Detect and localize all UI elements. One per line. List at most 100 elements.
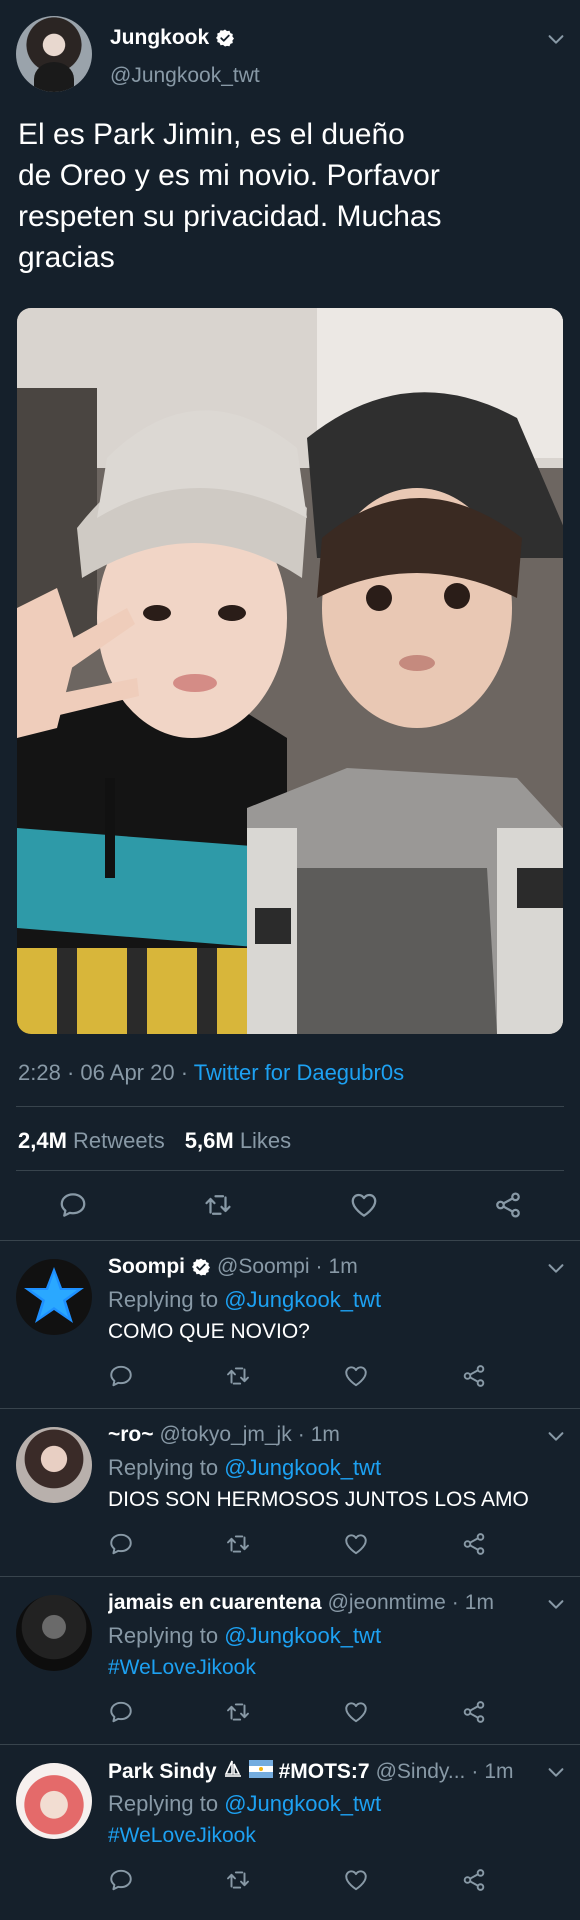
retweet-icon[interactable]: [225, 1867, 251, 1893]
chevron-down-icon[interactable]: [545, 28, 567, 50]
divider: [16, 1170, 564, 1171]
meta-separator: ·: [297, 1423, 305, 1446]
author-handle[interactable]: @Jungkook_twt: [110, 64, 260, 88]
share-icon[interactable]: [493, 1190, 523, 1220]
reply-actions: [0, 1531, 580, 1561]
share-icon[interactable]: [461, 1531, 487, 1557]
meta-separator: ·: [471, 1760, 479, 1783]
like-icon[interactable]: [343, 1867, 369, 1893]
likes-count: 5,6M: [184, 1128, 234, 1153]
reply-author-handle[interactable]: @Soompi: [217, 1255, 310, 1279]
meta-separator: ·: [180, 1060, 194, 1085]
reply-age: 1m: [328, 1255, 358, 1278]
author-name[interactable]: Jungkook: [110, 26, 209, 50]
tweet-actions: [0, 1186, 580, 1226]
replying-to-link[interactable]: @Jungkook_twt: [224, 1455, 381, 1480]
retweet-icon[interactable]: [225, 1531, 251, 1557]
share-icon[interactable]: [461, 1867, 487, 1893]
reply-author-name[interactable]: jamais en cuarentena: [108, 1591, 322, 1615]
divider: [16, 1106, 564, 1107]
avatar[interactable]: [16, 1763, 92, 1839]
avatar[interactable]: [16, 1259, 92, 1335]
reply-age: 1m: [310, 1423, 340, 1446]
replying-to: Replying to @Jungkook_twt: [108, 1791, 381, 1817]
retweets-label: Retweets: [73, 1128, 165, 1153]
argentina-flag-icon: [248, 1760, 273, 1784]
tweet-photo[interactable]: [17, 308, 563, 1034]
meta-separator: ·: [66, 1060, 81, 1085]
reply-age: 1m: [464, 1591, 494, 1614]
meta-separator: ·: [451, 1591, 459, 1614]
reply-icon[interactable]: [108, 1867, 134, 1893]
reply-icon[interactable]: [58, 1190, 88, 1220]
likes-label: Likes: [239, 1128, 292, 1153]
reply-age: 1m: [484, 1760, 514, 1783]
avatar[interactable]: [16, 1595, 92, 1671]
reply-header: Park Sindy #MOTS:7 @Sindy... · 1m: [108, 1759, 538, 1785]
likes-stat[interactable]: 5,6M Likes: [185, 1128, 291, 1154]
reply-text: COMO QUE NOVIO?: [108, 1320, 310, 1343]
reply-header: Soompi @Soompi · 1m: [108, 1255, 538, 1279]
tweet-date: 06 Apr 20: [80, 1060, 175, 1085]
tweet-stats: 2,4M Retweets 5,6M Likes: [18, 1128, 291, 1154]
author-name-row[interactable]: Jungkook: [110, 26, 235, 50]
avatar[interactable]: [16, 1427, 92, 1503]
reply-hashtag[interactable]: #WeLoveJikook: [108, 1656, 256, 1680]
reply-tweet[interactable]: ~ro~ @tokyo_jm_jk · 1m Replying to @Jung…: [0, 1408, 580, 1576]
reply-author-handle[interactable]: @tokyo_jm_jk: [160, 1423, 292, 1447]
reply-text: DIOS SON HERMOSOS JUNTOS LOS AMO: [108, 1488, 529, 1511]
reply-header: ~ro~ @tokyo_jm_jk · 1m: [108, 1423, 538, 1447]
replying-to: Replying to @Jungkook_twt: [108, 1455, 381, 1481]
reply-header: jamais en cuarentena @jeonmtime · 1m: [108, 1591, 538, 1615]
replying-label: Replying to: [108, 1287, 219, 1312]
reply-author-name[interactable]: Soompi: [108, 1255, 185, 1279]
tweet-source-link[interactable]: Twitter for Daegubr0s: [194, 1060, 404, 1085]
replying-label: Replying to: [108, 1791, 219, 1816]
reply-author-handle[interactable]: @Sindy...: [376, 1760, 466, 1784]
chevron-down-icon[interactable]: [545, 1425, 567, 1447]
chevron-down-icon[interactable]: [545, 1257, 567, 1279]
reply-actions: [0, 1699, 580, 1729]
replying-to: Replying to @Jungkook_twt: [108, 1287, 381, 1313]
replying-label: Replying to: [108, 1455, 219, 1480]
verified-badge-icon: [215, 28, 235, 48]
main-tweet[interactable]: Jungkook @Jungkook_twt El es Park Jimin,…: [0, 0, 580, 1240]
avatar[interactable]: [16, 16, 92, 92]
meta-separator: ·: [315, 1255, 323, 1278]
reply-tweet[interactable]: Park Sindy #MOTS:7 @Sindy... · 1m Replyi…: [0, 1744, 580, 1920]
reply-author-name[interactable]: Park Sindy: [108, 1760, 217, 1784]
reply-tweet[interactable]: Soompi @Soompi · 1m Replying to @Jungkoo…: [0, 1240, 580, 1408]
reply-author-handle[interactable]: @jeonmtime: [328, 1591, 446, 1615]
tweet-text: El es Park Jimin, es el dueño de Oreo y …: [18, 118, 442, 274]
sailboat-icon: [223, 1759, 243, 1785]
verified-badge-icon: [191, 1257, 211, 1277]
reply-hashtag[interactable]: #WeLoveJikook: [108, 1824, 256, 1848]
reply-tweet[interactable]: jamais en cuarentena @jeonmtime · 1m Rep…: [0, 1576, 580, 1744]
reply-author-name-suffix: #MOTS:7: [278, 1760, 370, 1783]
share-icon[interactable]: [461, 1363, 487, 1389]
like-icon[interactable]: [343, 1363, 369, 1389]
replying-label: Replying to: [108, 1623, 219, 1648]
retweet-icon[interactable]: [225, 1363, 251, 1389]
retweets-stat[interactable]: 2,4M Retweets: [18, 1128, 165, 1154]
replying-to-link[interactable]: @Jungkook_twt: [224, 1791, 381, 1816]
chevron-down-icon[interactable]: [545, 1761, 567, 1783]
like-icon[interactable]: [343, 1531, 369, 1557]
replying-to-link[interactable]: @Jungkook_twt: [224, 1287, 381, 1312]
replying-to-link[interactable]: @Jungkook_twt: [224, 1623, 381, 1648]
reply-author-name[interactable]: ~ro~: [108, 1423, 154, 1447]
tweet-time: 2:28: [18, 1060, 61, 1085]
retweet-icon[interactable]: [203, 1190, 233, 1220]
replying-to: Replying to @Jungkook_twt: [108, 1623, 381, 1649]
retweet-icon[interactable]: [225, 1699, 251, 1725]
reply-icon[interactable]: [108, 1699, 134, 1725]
chevron-down-icon[interactable]: [545, 1593, 567, 1615]
reply-icon[interactable]: [108, 1531, 134, 1557]
like-icon[interactable]: [349, 1190, 379, 1220]
reply-actions: [0, 1363, 580, 1393]
reply-icon[interactable]: [108, 1363, 134, 1389]
like-icon[interactable]: [343, 1699, 369, 1725]
share-icon[interactable]: [461, 1699, 487, 1725]
reply-actions: [0, 1867, 580, 1897]
retweets-count: 2,4M: [18, 1128, 67, 1153]
